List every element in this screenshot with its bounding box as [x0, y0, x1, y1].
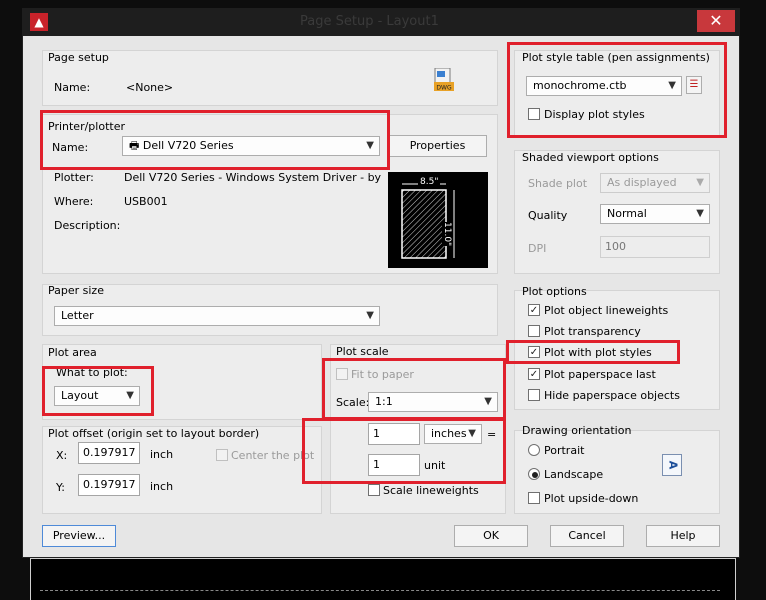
description-label: Description: — [54, 219, 121, 232]
canvas-border-line — [40, 590, 720, 591]
page-setup-name-label: Name: — [54, 81, 91, 94]
offset-x-input[interactable]: 0.197917 — [78, 442, 140, 464]
orientation-icon-letter: A — [665, 460, 679, 470]
where-label: Where: — [54, 195, 94, 208]
offset-x-label: X: — [56, 449, 68, 462]
svg-text:DWG: DWG — [436, 85, 452, 92]
chevron-down-icon: ▼ — [366, 310, 374, 321]
paper-size-label: Paper size — [48, 284, 104, 297]
shade-plot-label: Shade plot — [528, 177, 588, 190]
quality-value: Normal — [607, 207, 647, 220]
chevron-down-icon: ▼ — [696, 177, 704, 188]
where-value: USB001 — [124, 195, 168, 208]
plot-area-label: Plot area — [48, 346, 97, 359]
highlight-what-to-plot — [42, 366, 154, 416]
page-setup-group — [42, 50, 498, 106]
plot-paperspace-last-checkbox[interactable]: ✓ — [528, 368, 540, 380]
offset-y-unit: inch — [150, 480, 174, 493]
plot-transparency-checkbox[interactable] — [528, 325, 540, 337]
drawing-canvas[interactable] — [30, 558, 736, 600]
offset-x-unit: inch — [150, 448, 174, 461]
landscape-label: Landscape — [544, 468, 604, 481]
hide-paperspace-objects-label: Hide paperspace objects — [544, 389, 680, 402]
help-button[interactable]: Help — [646, 525, 720, 547]
drawing-orientation-label: Drawing orientation — [522, 424, 632, 437]
highlight-scale — [322, 358, 506, 420]
ok-button[interactable]: OK — [454, 525, 528, 547]
plot-offset-label: Plot offset (origin set to layout border… — [48, 427, 260, 440]
dpi-input[interactable]: 100 — [600, 236, 710, 258]
shade-plot-value: As displayed — [607, 176, 677, 189]
plot-upside-down-checkbox[interactable] — [528, 492, 540, 504]
plot-transparency-label: Plot transparency — [544, 325, 641, 338]
portrait-label: Portrait — [544, 444, 585, 457]
hide-paperspace-objects-checkbox[interactable] — [528, 389, 540, 401]
paper-size-dropdown[interactable]: Letter ▼ — [54, 306, 380, 326]
offset-y-label: Y: — [56, 481, 65, 494]
page-setup-name-value: <None> — [126, 81, 174, 94]
plotter-label: Plotter: — [54, 171, 94, 184]
plot-object-lineweights-label: Plot object lineweights — [544, 304, 669, 317]
highlight-plot-with-plot-styles — [506, 340, 680, 364]
chevron-down-icon: ▼ — [696, 208, 704, 219]
scale-lineweights-label: Scale lineweights — [383, 484, 479, 497]
close-button[interactable]: ✕ — [697, 10, 735, 32]
autocad-logo-icon: ▲ — [30, 13, 48, 31]
properties-button[interactable]: Properties — [388, 135, 487, 157]
dialog-title: Page Setup - Layout1 — [300, 14, 439, 29]
highlight-plot-style-table — [507, 42, 727, 138]
close-icon: ✕ — [709, 11, 723, 30]
cancel-button[interactable]: Cancel — [550, 525, 624, 547]
portrait-radio[interactable] — [528, 444, 540, 456]
preview-height-label: 11.0" — [442, 222, 452, 247]
highlight-printer — [40, 110, 390, 170]
landscape-radio[interactable] — [528, 468, 540, 480]
highlight-scale-units — [302, 418, 506, 484]
shaded-viewport-label: Shaded viewport options — [522, 151, 659, 164]
center-plot-checkbox[interactable] — [216, 449, 228, 461]
plot-paperspace-last-label: Plot paperspace last — [544, 368, 656, 381]
offset-y-input[interactable]: 0.197917 — [78, 474, 140, 496]
plot-options-label: Plot options — [522, 285, 587, 298]
plot-upside-down-label: Plot upside-down — [544, 492, 639, 505]
dwg-icon: DWG — [434, 67, 454, 92]
page-setup-label: Page setup — [48, 51, 109, 64]
plotter-value: Dell V720 Series - Windows System Driver… — [124, 171, 382, 184]
plot-scale-label: Plot scale — [336, 345, 389, 358]
paper-size-value: Letter — [61, 309, 94, 322]
plot-object-lineweights-checkbox[interactable]: ✓ — [528, 304, 540, 316]
preview-button[interactable]: Preview... — [42, 525, 116, 547]
preview-width-label: 8.5" — [418, 177, 441, 187]
landscape-orientation-icon: A — [662, 454, 682, 476]
quality-label: Quality — [528, 209, 568, 222]
quality-dropdown[interactable]: Normal ▼ — [600, 204, 710, 224]
dpi-label: DPI — [528, 242, 547, 255]
scale-lineweights-checkbox[interactable] — [368, 484, 380, 496]
shade-plot-dropdown[interactable]: As displayed ▼ — [600, 173, 710, 193]
